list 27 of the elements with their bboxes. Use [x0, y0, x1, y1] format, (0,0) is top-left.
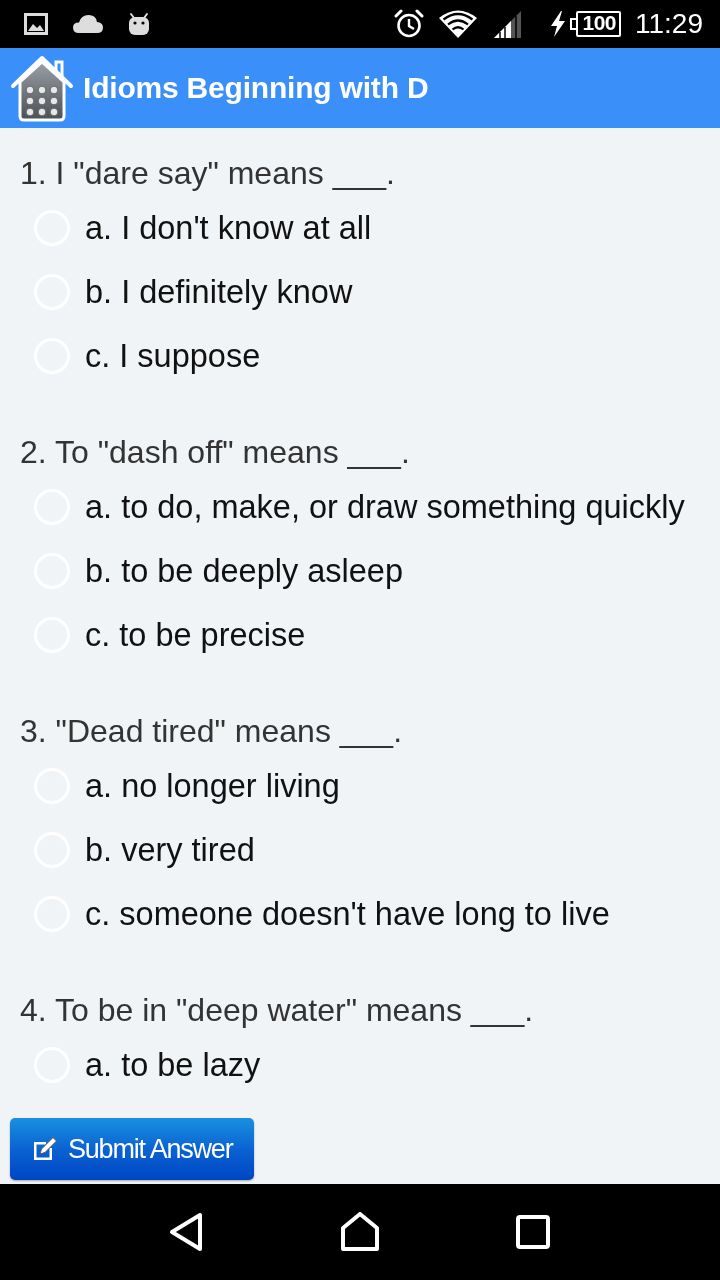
battery-level: 100 — [570, 11, 621, 37]
answer-option[interactable]: b. to be deeply asleep — [85, 552, 404, 590]
answer-option[interactable]: a. to be lazy — [85, 1046, 261, 1084]
answer-option[interactable]: a. I don't know at all — [85, 209, 372, 247]
charging-bolt-icon — [550, 11, 567, 37]
question-text: 3. "Dead tired" means ___. — [20, 712, 404, 751]
question-text: 4. To be in "deep water" means ___. — [20, 991, 535, 1030]
question-text: 1. I "dare say" means ___. — [20, 154, 396, 193]
answer-option[interactable]: b. very tired — [85, 831, 255, 869]
answer-option[interactable]: b. I definitely know — [85, 273, 353, 311]
house-grid-icon[interactable] — [10, 54, 74, 122]
clock-time: 11:29 — [635, 8, 703, 40]
screen-title: Idioms Beginning with D — [83, 71, 429, 105]
answer-option[interactable]: a. to do, make, or draw something quickly — [85, 488, 685, 526]
picture-icon — [24, 13, 48, 35]
question-text: 2. To "dash off" means ___. — [20, 433, 411, 472]
answer-option[interactable]: c. someone doesn't have long to live — [85, 895, 610, 933]
android-icon — [128, 12, 150, 36]
submit-answer-button[interactable]: Submit Answer — [10, 1118, 254, 1180]
answer-option[interactable]: c. I suppose — [85, 337, 261, 375]
wifi-icon — [438, 9, 479, 39]
edit-icon — [32, 1136, 58, 1162]
signal-icon — [492, 9, 523, 39]
alarm-icon — [394, 9, 425, 39]
cloud-icon — [72, 14, 104, 34]
answer-option[interactable]: a. no longer living — [85, 767, 340, 805]
answer-option[interactable]: c. to be precise — [85, 616, 306, 654]
